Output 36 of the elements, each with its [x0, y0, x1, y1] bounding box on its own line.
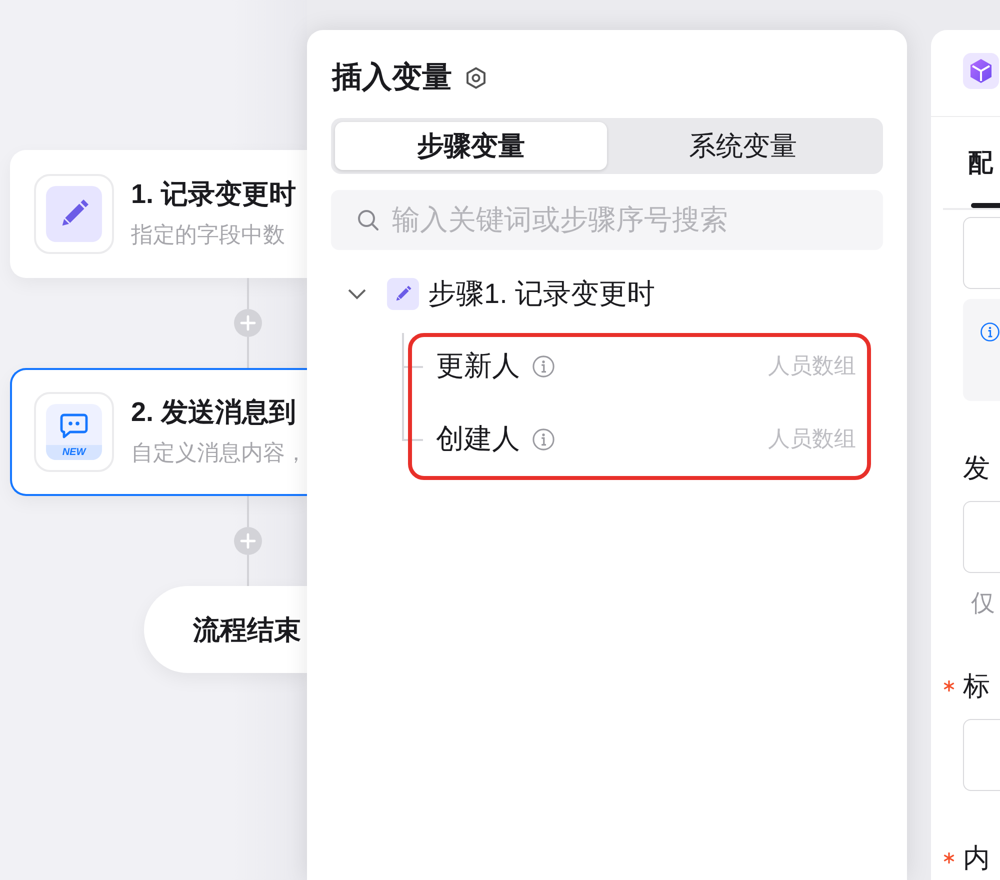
field-label: 发: [963, 452, 990, 485]
info-icon: [532, 428, 555, 450]
hint-text: 仅: [970, 589, 995, 619]
chat-bubble-icon: [60, 413, 88, 439]
input-field[interactable]: [963, 501, 1000, 573]
info-icon: [532, 354, 555, 378]
pencil-icon: [46, 186, 102, 242]
new-badge: NEW: [46, 445, 102, 460]
node-description: 指定的字段中数: [131, 221, 286, 249]
field-label: 标: [963, 670, 990, 703]
tab[interactable]: 步骤变量: [335, 122, 607, 170]
flow-node-card[interactable]: NEW 2. 发送消息到 自定义消息内容，: [10, 368, 307, 496]
variable-type-label: 人员数组: [768, 352, 856, 380]
info-icon: [980, 322, 1000, 342]
step-label[interactable]: 步骤1. 记录变更时: [428, 275, 656, 313]
add-step-icon[interactable]: [234, 309, 262, 337]
variable-label[interactable]: 创建人: [436, 420, 520, 458]
pencil-icon: [387, 278, 419, 310]
flow-node-card[interactable]: 1. 记录变更时 指定的字段中数: [10, 150, 307, 278]
panel-title: 插入变量: [332, 60, 452, 96]
field-label: 内: [963, 842, 990, 875]
tab[interactable]: 系统变量: [607, 122, 879, 170]
node-title: 2. 发送消息到: [131, 397, 298, 427]
settings-icon[interactable]: [464, 66, 488, 90]
tab[interactable]: 配: [943, 117, 1000, 208]
add-step-icon[interactable]: [234, 527, 262, 555]
node-title: 1. 记录变更时: [131, 179, 296, 209]
input-field[interactable]: [963, 217, 1000, 289]
input-field[interactable]: [963, 719, 1000, 791]
search-icon: [357, 209, 379, 231]
variable-type-label: 人员数组: [768, 425, 856, 453]
variable-label[interactable]: 更新人: [436, 347, 520, 385]
chevron-down-icon[interactable]: [347, 288, 367, 300]
end-node[interactable]: 流程结束: [144, 586, 307, 673]
node-description: 自定义消息内容，: [131, 439, 307, 467]
search-field[interactable]: 输入关键词或步骤序号搜索: [331, 190, 883, 250]
